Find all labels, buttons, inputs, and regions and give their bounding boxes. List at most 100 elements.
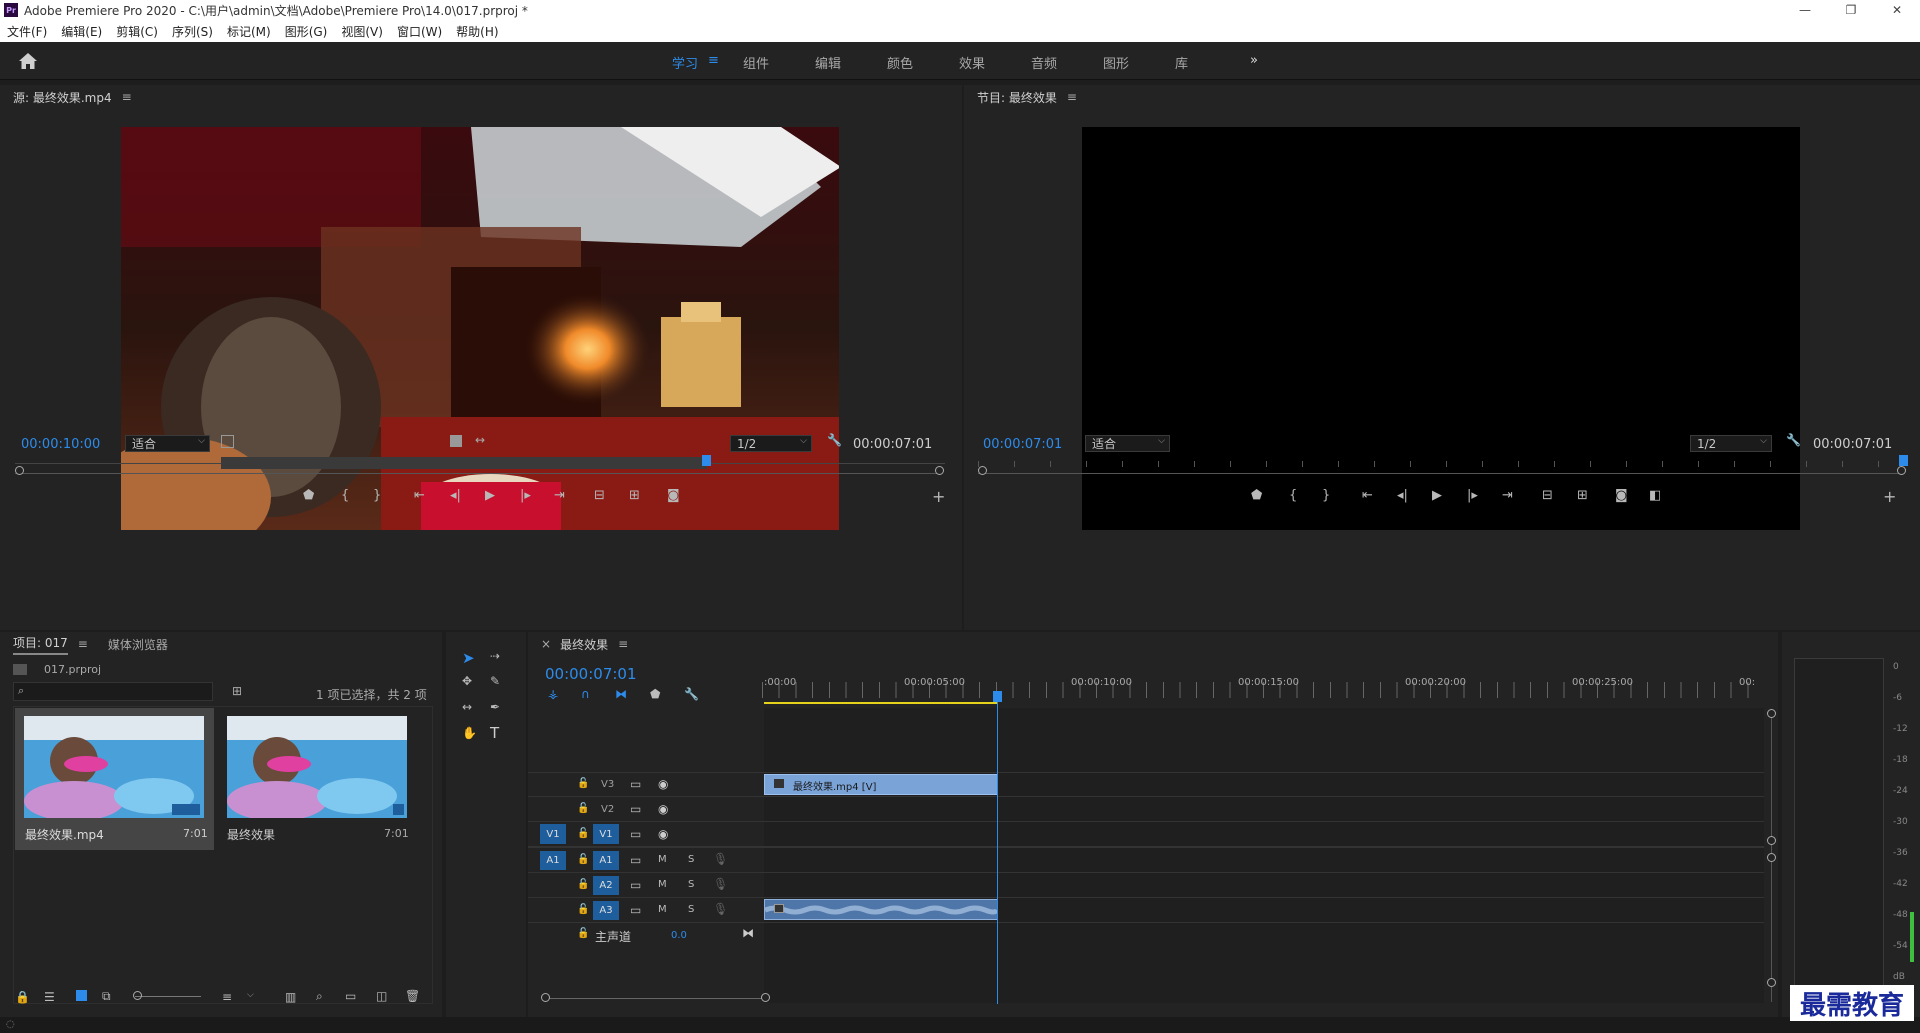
source-monitor-title[interactable]: 源: 最终效果.mp4	[13, 89, 112, 106]
menu-clip[interactable]: 剪辑(C)	[109, 23, 165, 40]
program-monitor-title[interactable]: 节目: 最终效果	[977, 89, 1057, 106]
zoom-handle-left[interactable]	[15, 466, 24, 475]
step-back-icon[interactable]: ◂|	[450, 488, 461, 503]
project-item[interactable]: 最终效果 7:01	[218, 708, 417, 850]
add-marker-icon[interactable]: ⬟	[303, 488, 314, 503]
eye-icon[interactable]: ◉	[658, 827, 668, 841]
workspace-libraries[interactable]: 库	[1175, 53, 1188, 72]
hand-tool-icon[interactable]: ✋	[462, 726, 477, 740]
close-icon[interactable]: ×	[541, 637, 551, 651]
go-to-out-icon[interactable]: ⇥	[1502, 488, 1513, 503]
project-search-input[interactable]: ⌕	[13, 682, 213, 701]
source-in-out-range[interactable]	[221, 457, 707, 469]
source-playhead[interactable]	[702, 455, 711, 466]
solo-button[interactable]: S	[688, 904, 694, 915]
slip-tool-icon[interactable]: ↔	[462, 700, 472, 714]
slider-handle[interactable]	[133, 991, 142, 1000]
sync-lock-icon[interactable]: ▭	[630, 903, 641, 917]
workspace-learn-menu-icon[interactable]: ≡	[708, 53, 719, 68]
track-v2-label[interactable]: V2	[601, 804, 614, 815]
camera-icon[interactable]: ◙	[667, 488, 680, 503]
zoom-handle-left[interactable]	[541, 993, 550, 1002]
go-to-in-icon[interactable]: ⇤	[1362, 488, 1373, 503]
chevron-down-icon[interactable]: ⌵	[247, 990, 254, 1000]
panel-menu-icon[interactable]: ≡	[122, 90, 132, 104]
list-view-icon[interactable]: ☰	[44, 990, 55, 1004]
menu-sequence[interactable]: 序列(S)	[165, 23, 220, 40]
source-patch-a1[interactable]: A1	[540, 851, 566, 870]
ripple-edit-tool-icon[interactable]: ✥	[462, 674, 472, 688]
video-clip[interactable]: 最终效果.mp4 [V]	[764, 774, 998, 795]
button-editor-plus-icon[interactable]: +	[1883, 487, 1896, 506]
source-patch-v1[interactable]: V1	[540, 824, 566, 844]
pen-tool-icon[interactable]: ✒	[490, 700, 500, 714]
button-editor-plus-icon[interactable]: +	[932, 487, 945, 506]
zoom-handle-right[interactable]	[935, 466, 944, 475]
source-playhead-timecode[interactable]: 00:00:10:00	[21, 437, 100, 452]
eye-icon[interactable]: ◉	[658, 802, 668, 816]
drag-audio-icon[interactable]: ↔	[475, 433, 485, 447]
lift-icon[interactable]: ⊟	[1542, 488, 1553, 503]
panel-menu-icon[interactable]: ≡	[78, 637, 88, 651]
play-icon[interactable]: ▶	[1432, 488, 1442, 503]
track-a3-label[interactable]: A3	[593, 901, 619, 920]
workspace-assembly[interactable]: 组件	[743, 53, 769, 72]
add-marker-icon[interactable]: ⬟	[1251, 488, 1262, 503]
audio-clip[interactable]	[764, 899, 998, 920]
wrench-icon[interactable]: 🔧	[1786, 433, 1801, 447]
mute-button[interactable]: M	[658, 904, 667, 915]
menu-marker[interactable]: 标记(M)	[220, 23, 278, 40]
workspace-audio[interactable]: 音频	[1031, 53, 1057, 72]
go-to-out-icon[interactable]: ⇥	[554, 488, 565, 503]
menu-help[interactable]: 帮助(H)	[449, 23, 505, 40]
panel-menu-icon[interactable]: ≡	[1067, 90, 1077, 104]
scroll-handle[interactable]	[1767, 709, 1776, 718]
scroll-handle[interactable]	[1767, 978, 1776, 987]
tab-media-browser[interactable]: 媒体浏览器	[108, 636, 168, 653]
workspace-more-icon[interactable]: »	[1250, 53, 1258, 68]
film-icon[interactable]: ▭	[630, 802, 641, 816]
linked-selection-icon[interactable]: ⧓	[615, 687, 627, 701]
close-button[interactable]: ✕	[1874, 0, 1920, 20]
program-playhead-timecode[interactable]: 00:00:07:01	[983, 437, 1062, 452]
freeform-view-icon[interactable]: ⧉	[102, 989, 111, 1004]
menu-graphics[interactable]: 图形(G)	[278, 23, 335, 40]
minimize-button[interactable]: —	[1782, 0, 1828, 20]
lock-icon[interactable]: 🔓	[577, 904, 589, 915]
workspace-graphics[interactable]: 图形	[1103, 53, 1129, 72]
drag-video-icon[interactable]	[450, 435, 462, 447]
horizontal-zoom-scrollbar[interactable]	[546, 998, 766, 999]
track-v3-label[interactable]: V3	[601, 779, 614, 790]
mark-in-icon[interactable]: {	[1289, 488, 1297, 503]
workspace-editing[interactable]: 编辑	[815, 53, 841, 72]
menu-file[interactable]: 文件(F)	[0, 23, 54, 40]
track-a1-label[interactable]: A1	[593, 851, 619, 870]
mark-out-icon[interactable]: }	[1322, 488, 1330, 503]
scroll-handle[interactable]	[1767, 853, 1776, 862]
comparison-view-icon[interactable]: ◧	[1649, 488, 1661, 503]
lock-icon[interactable]: 🔓	[577, 803, 589, 814]
source-resolution-dropdown[interactable]: 1/2 ⌵	[730, 435, 812, 452]
panel-menu-icon[interactable]: ≡	[618, 637, 628, 651]
lock-icon[interactable]: 🔓	[577, 778, 589, 789]
mute-button[interactable]: M	[658, 854, 667, 865]
menu-edit[interactable]: 编辑(E)	[54, 23, 109, 40]
new-item-icon[interactable]: ◫	[376, 989, 387, 1003]
home-icon[interactable]	[18, 52, 38, 70]
program-fit-dropdown[interactable]: 适合 ⌵	[1085, 435, 1170, 452]
icon-view-icon[interactable]	[76, 990, 87, 1001]
extract-icon[interactable]: ⊞	[1577, 488, 1588, 503]
step-back-icon[interactable]: ◂|	[1397, 488, 1408, 503]
trash-icon[interactable]: 🗑	[405, 989, 420, 1003]
film-icon[interactable]: ▭	[630, 827, 641, 841]
add-marker-icon[interactable]: ⬟	[650, 687, 660, 701]
selection-tool-icon[interactable]: ➤	[462, 649, 475, 667]
zoom-handle-left[interactable]	[978, 466, 987, 475]
restore-button[interactable]: ❐	[1828, 0, 1874, 20]
mic-icon[interactable]: 🎙	[713, 877, 728, 891]
wrench-icon[interactable]: 🔧	[827, 433, 842, 447]
zoom-handle-right[interactable]	[1897, 466, 1906, 475]
step-forward-icon[interactable]: |▸	[1467, 488, 1478, 503]
menu-view[interactable]: 视图(V)	[334, 23, 390, 40]
workspace-learn[interactable]: 学习	[672, 53, 698, 72]
